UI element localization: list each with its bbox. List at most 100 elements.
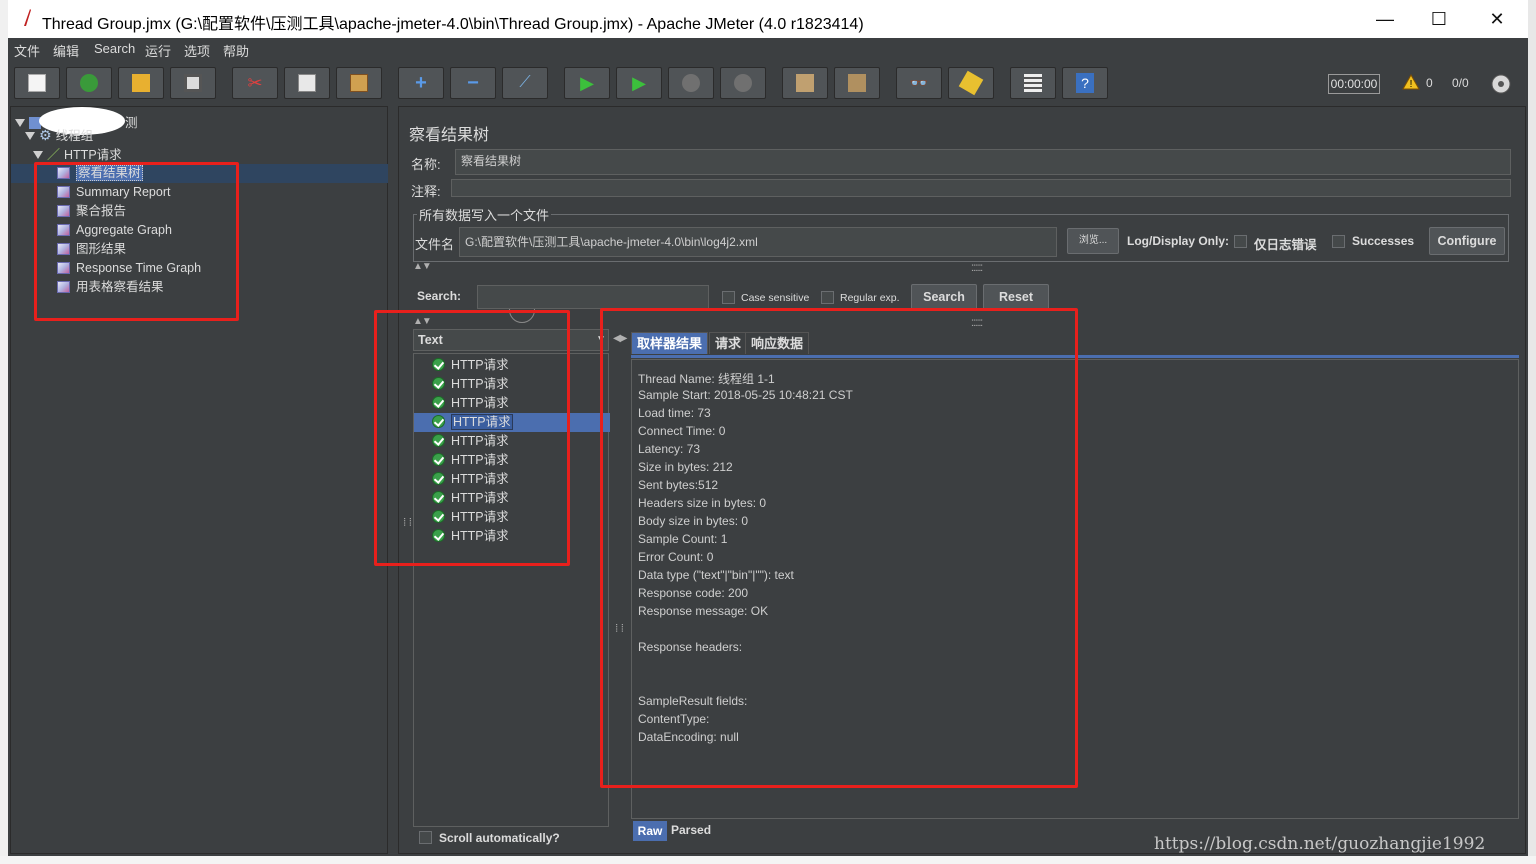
cut-button[interactable]: ✂: [232, 67, 278, 99]
sample-item[interactable]: HTTP请求: [414, 508, 610, 527]
success-check-icon: [432, 415, 445, 428]
menu-search[interactable]: Search: [94, 41, 135, 56]
browse-button[interactable]: 浏览...: [1067, 228, 1119, 254]
paste-button[interactable]: [336, 67, 382, 99]
remote-engine-icon[interactable]: [1490, 73, 1512, 95]
menu-help[interactable]: 帮助: [223, 41, 249, 60]
tree-test-plan[interactable]: 测: [15, 107, 138, 135]
sample-item[interactable]: HTTP请求: [414, 394, 610, 413]
reset-button[interactable]: Reset: [983, 284, 1049, 310]
shutdown-button[interactable]: [720, 67, 766, 99]
help-button[interactable]: ?: [1062, 67, 1108, 99]
search-tree-button[interactable]: 👓: [896, 67, 942, 99]
function-helper-button[interactable]: [1010, 67, 1056, 99]
collapse-button[interactable]: −: [450, 67, 496, 99]
tree-thread-group[interactable]: ⚙ 线程组: [25, 126, 93, 145]
tree-listener[interactable]: 用表格察看结果: [57, 278, 164, 297]
result-line: Response headers:: [638, 640, 743, 654]
sample-item[interactable]: HTTP请求: [414, 375, 610, 394]
start-no-pauses-button[interactable]: ▶: [616, 67, 662, 99]
splitter-grip[interactable]: ⁚⁚⁚⁚⁚⁚: [971, 263, 983, 274]
save-button[interactable]: [170, 67, 216, 99]
start-button[interactable]: ▶: [564, 67, 610, 99]
templates-button[interactable]: [66, 67, 112, 99]
result-line: Sent bytes:512: [638, 478, 719, 492]
renderer-select[interactable]: Text ▼: [413, 329, 609, 351]
successes-checkbox[interactable]: [1332, 235, 1345, 248]
splitter-grip[interactable]: ⁚⁚⁚⁚⁚⁚: [971, 318, 983, 329]
tree-http-request[interactable]: ／ HTTP请求: [33, 145, 122, 164]
sample-label: HTTP请求: [451, 396, 509, 410]
new-button[interactable]: [14, 67, 60, 99]
sample-item[interactable]: HTTP请求: [414, 432, 610, 451]
menu-edit[interactable]: 编辑: [53, 41, 79, 60]
tab-parsed[interactable]: Parsed: [671, 821, 719, 839]
tree-listener[interactable]: 图形结果: [57, 240, 126, 259]
result-line: Latency: 73: [638, 442, 701, 456]
comment-input[interactable]: [451, 179, 1511, 197]
comment-label: 注释:: [411, 184, 441, 199]
tree-listener[interactable]: Response Time Graph: [57, 259, 201, 278]
stop-icon: [682, 74, 700, 92]
success-check-icon: [432, 358, 445, 371]
sample-item[interactable]: HTTP请求: [414, 489, 610, 508]
sample-item[interactable]: HTTP请求: [414, 527, 610, 546]
listener-label: Response Time Graph: [76, 261, 202, 275]
listener-icon: [57, 281, 70, 293]
tree-listener[interactable]: Summary Report: [57, 183, 170, 202]
expand-triangle-icon[interactable]: [33, 151, 43, 159]
expand-triangle-icon[interactable]: [15, 119, 25, 127]
folder-icon: [132, 74, 150, 92]
search-input[interactable]: [477, 285, 709, 309]
vertical-splitter-grip[interactable]: ⁚⁚⁚⁚: [613, 623, 624, 632]
panel-title: 察看结果树: [409, 127, 490, 144]
tab-raw[interactable]: Raw: [633, 821, 667, 841]
errors-only-checkbox[interactable]: [1234, 235, 1247, 248]
name-input[interactable]: 察看结果树: [455, 149, 1511, 175]
listener-icon: [57, 186, 70, 198]
open-button[interactable]: [118, 67, 164, 99]
stop-button[interactable]: [668, 67, 714, 99]
menu-options[interactable]: 选项: [184, 41, 210, 60]
toolbar: ✂ + − ⟋ ▶ ▶ 👓 ? 00:00:00 ! 0 0/0: [8, 60, 1528, 106]
collapse-left-icon[interactable]: ◀▶: [613, 333, 627, 344]
sample-label: HTTP请求: [451, 529, 509, 543]
sample-item[interactable]: HTTP请求: [414, 470, 610, 489]
close-button[interactable]: ✕: [1468, 0, 1526, 38]
minimize-button[interactable]: —: [1356, 0, 1414, 38]
tree-listener[interactable]: 察看结果树: [57, 164, 143, 183]
split-arrows-icon[interactable]: ▲▼: [413, 261, 432, 272]
regular-exp-checkbox[interactable]: [821, 291, 834, 304]
vertical-splitter-grip[interactable]: ⁚⁚⁚⁚: [401, 517, 412, 526]
listener-icon: [57, 224, 70, 236]
case-sensitive-checkbox[interactable]: [722, 291, 735, 304]
tab-request[interactable]: 请求: [709, 332, 748, 354]
reset-search-button[interactable]: [948, 67, 994, 99]
menu-file[interactable]: 文件: [14, 41, 40, 60]
expand-triangle-icon[interactable]: [25, 132, 35, 140]
tree-listener[interactable]: Aggregate Graph: [57, 221, 172, 240]
clear-all-button[interactable]: [834, 67, 880, 99]
clear-button[interactable]: [782, 67, 828, 99]
success-check-icon: [432, 396, 445, 409]
tab-sampler-result[interactable]: 取样器结果: [631, 332, 709, 354]
result-line: Body size in bytes: 0: [638, 514, 749, 528]
toggle-button[interactable]: ⟋: [502, 67, 548, 99]
menu-run[interactable]: 运行: [145, 41, 171, 60]
copy-button[interactable]: [284, 67, 330, 99]
split-arrows-icon[interactable]: ▲▼: [413, 316, 432, 327]
search-button[interactable]: Search: [911, 284, 977, 310]
tab-response-data[interactable]: 响应数据: [745, 332, 810, 354]
expand-button[interactable]: +: [398, 67, 444, 99]
binoculars-icon: 👓: [909, 75, 929, 92]
configure-button[interactable]: Configure: [1429, 227, 1505, 255]
filename-input[interactable]: G:\配置软件\压测工具\apache-jmeter-4.0\bin\log4j…: [459, 227, 1057, 257]
case-sensitive-label: Case sensitive: [741, 292, 810, 304]
maximize-button[interactable]: ☐: [1410, 0, 1468, 38]
scroll-auto-checkbox[interactable]: [419, 831, 432, 844]
sample-item-selected[interactable]: HTTP请求: [414, 413, 610, 432]
tree-listener[interactable]: 聚合报告: [57, 202, 126, 221]
sample-item[interactable]: HTTP请求: [414, 356, 610, 375]
result-line: Sample Start: 2018-05-25 10:48:21 CST: [638, 388, 853, 402]
sample-item[interactable]: HTTP请求: [414, 451, 610, 470]
